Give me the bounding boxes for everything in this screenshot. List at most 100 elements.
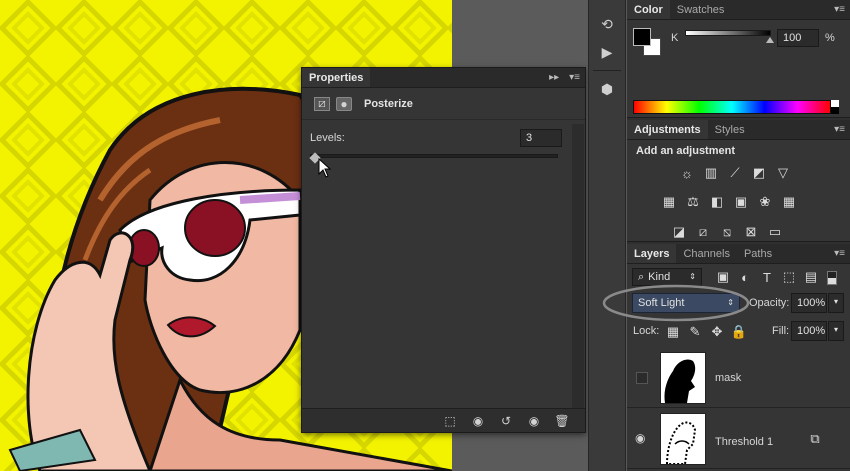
tab-color[interactable]: Color xyxy=(627,0,670,19)
channel-mixer-icon[interactable]: ❀ xyxy=(756,194,774,210)
levels-row: Levels: 3 xyxy=(310,129,562,147)
selective-color-icon[interactable]: ⊠ xyxy=(742,224,760,240)
filter-pixel-icon[interactable]: ▣ xyxy=(714,269,732,285)
layer-thumbnail xyxy=(660,352,706,404)
opacity-dropdown-icon[interactable]: ▾ xyxy=(828,293,844,313)
mask-thumbnail xyxy=(661,353,705,403)
levels-label: Levels: xyxy=(310,132,345,144)
tab-adjustments[interactable]: Adjustments xyxy=(627,120,708,139)
tab-channels[interactable]: Channels xyxy=(676,244,736,263)
k-slider-thumb[interactable] xyxy=(766,37,774,43)
threshold-thumbnail xyxy=(661,414,705,465)
actions-play-icon[interactable]: ▶ xyxy=(593,40,621,64)
mouse-cursor-icon xyxy=(318,158,332,178)
brightness-icon[interactable]: ☼ xyxy=(678,165,696,181)
opacity-label: Opacity: xyxy=(749,297,790,309)
reset-icon[interactable]: ↺ xyxy=(497,412,515,430)
filter-adjustment-icon[interactable]: ◐ xyxy=(736,269,754,285)
percent-unit: % xyxy=(825,32,835,44)
levels-slider[interactable] xyxy=(309,152,558,164)
layer-row[interactable]: mask xyxy=(627,348,850,408)
tab-properties[interactable]: Properties xyxy=(302,68,371,87)
layers-tabbar: Layers Channels Paths ▾≡ xyxy=(627,244,850,264)
lock-position-icon[interactable]: ✥ xyxy=(708,324,726,340)
panel-menu-icon[interactable]: ▾≡ xyxy=(829,0,850,19)
foreground-color-swatch-top[interactable] xyxy=(633,28,651,46)
color-spectrum[interactable] xyxy=(633,100,831,114)
properties-panel[interactable]: Properties ▸▸ ▾≡ ⧄ ● Posterize Levels: 3… xyxy=(301,67,586,433)
smart-object-icon: ⧉ xyxy=(810,431,820,446)
layer-name[interactable]: Threshold 1 xyxy=(715,436,773,448)
adjustment-name: Posterize xyxy=(364,97,413,110)
filter-toggle-knob xyxy=(828,278,836,284)
view-previous-icon[interactable]: ◉ xyxy=(469,412,487,430)
filter-type-icon[interactable]: T xyxy=(758,269,776,285)
vibrance-icon[interactable]: ▽ xyxy=(774,165,792,181)
visibility-toggle[interactable] xyxy=(636,372,648,384)
scrollbar[interactable] xyxy=(572,124,584,409)
collapse-icon[interactable]: ▸▸ xyxy=(544,68,564,87)
properties-tabbar: Properties ▸▸ ▾≡ xyxy=(302,68,585,88)
exposure-icon[interactable]: ◩ xyxy=(750,165,768,181)
channel-label: K xyxy=(671,32,679,44)
panel-menu-icon[interactable]: ▾≡ xyxy=(829,244,850,263)
lock-all-icon[interactable]: 🔒 xyxy=(730,324,748,340)
adjustments-heading: Add an adjustment xyxy=(636,145,736,157)
levels-icon[interactable]: ▥ xyxy=(702,165,720,181)
photo-filter-icon[interactable]: ▣ xyxy=(732,194,750,210)
history-icon[interactable]: ⟲ xyxy=(593,12,621,36)
fill-dropdown-icon[interactable]: ▾ xyxy=(828,321,844,341)
panel-menu-icon[interactable]: ▾≡ xyxy=(564,68,585,87)
filter-shape-icon[interactable]: ⬚ xyxy=(780,269,798,285)
panel-menu-icon[interactable]: ▾≡ xyxy=(829,120,850,139)
layer-mask-icon[interactable]: ● xyxy=(336,96,352,111)
k-value-input[interactable]: 100 xyxy=(777,29,819,47)
eye-icon[interactable]: ◉ xyxy=(635,431,645,445)
clip-to-layer-icon[interactable]: ⬚ xyxy=(441,412,459,430)
color-balance-icon[interactable]: ⚖ xyxy=(684,194,702,210)
k-slider[interactable] xyxy=(685,30,774,43)
eye-icon[interactable]: ◉ xyxy=(525,412,543,430)
adjustment-row-2: ▦ ⚖ ◧ ▣ ❀ ▦ xyxy=(627,190,850,214)
dock-divider xyxy=(593,70,621,71)
black-white-icon[interactable]: ◧ xyxy=(708,194,726,210)
tab-layers[interactable]: Layers xyxy=(627,244,677,263)
curves-icon[interactable]: ⟋ xyxy=(726,165,744,181)
color-panel[interactable]: Color Swatches ▾≡ K 100 % xyxy=(627,0,850,118)
fill-label: Fill: xyxy=(772,325,790,337)
color-tabbar: Color Swatches ▾≡ xyxy=(627,0,850,20)
hue-saturation-icon[interactable]: ▦ xyxy=(660,194,678,210)
lock-label: Lock: xyxy=(633,325,660,337)
right-panels: Color Swatches ▾≡ K 100 % Adjustments St… xyxy=(602,0,850,471)
properties-toolbar: ⬚ ◉ ↺ ◉ 🗑 xyxy=(302,408,585,432)
fill-input[interactable]: 100% xyxy=(791,321,827,341)
adjustments-tabbar: Adjustments Styles ▾≡ xyxy=(627,120,850,140)
lock-transparency-icon[interactable]: ▦ xyxy=(664,324,682,340)
adjustment-layer-icon: ⧄ xyxy=(314,96,330,111)
opacity-input[interactable]: 100% xyxy=(791,293,827,313)
spectrum-black[interactable] xyxy=(831,107,839,114)
3d-icon[interactable]: ⬢ xyxy=(593,77,621,101)
tab-paths[interactable]: Paths xyxy=(737,244,779,263)
trash-icon[interactable]: 🗑 xyxy=(553,412,571,430)
spectrum-white[interactable] xyxy=(831,100,839,107)
threshold-icon[interactable]: ⧅ xyxy=(718,224,736,240)
tab-swatches[interactable]: Swatches xyxy=(670,0,732,19)
posterize-icon[interactable]: ⧄ xyxy=(694,224,712,240)
levels-input[interactable]: 3 xyxy=(520,129,562,147)
adjustments-panel[interactable]: Adjustments Styles ▾≡ Add an adjustment … xyxy=(627,120,850,242)
gradient-map-icon[interactable]: ▭ xyxy=(766,224,784,240)
color-lookup-icon[interactable]: ▦ xyxy=(780,194,798,210)
layer-name[interactable]: mask xyxy=(715,372,741,384)
lock-pixels-icon[interactable]: ✎ xyxy=(686,324,704,340)
layers-panel[interactable]: Layers Channels Paths ▾≡ ⌕ Kind ⇕ ▣ ◐ T … xyxy=(602,244,850,471)
filter-kind-label: Kind xyxy=(648,271,671,283)
panel-dock: ⟲ ▶ ⬢ xyxy=(588,0,626,471)
properties-header: ⧄ ● Posterize xyxy=(302,88,585,120)
tab-styles[interactable]: Styles xyxy=(708,120,752,139)
filter-smart-object-icon[interactable]: ▤ xyxy=(802,269,820,285)
layer-thumbnail xyxy=(660,413,706,465)
layer-row[interactable]: ◉ Threshold 1 ⧉ xyxy=(627,409,850,469)
filter-toggle[interactable] xyxy=(827,271,837,285)
invert-icon[interactable]: ◪ xyxy=(670,224,688,240)
